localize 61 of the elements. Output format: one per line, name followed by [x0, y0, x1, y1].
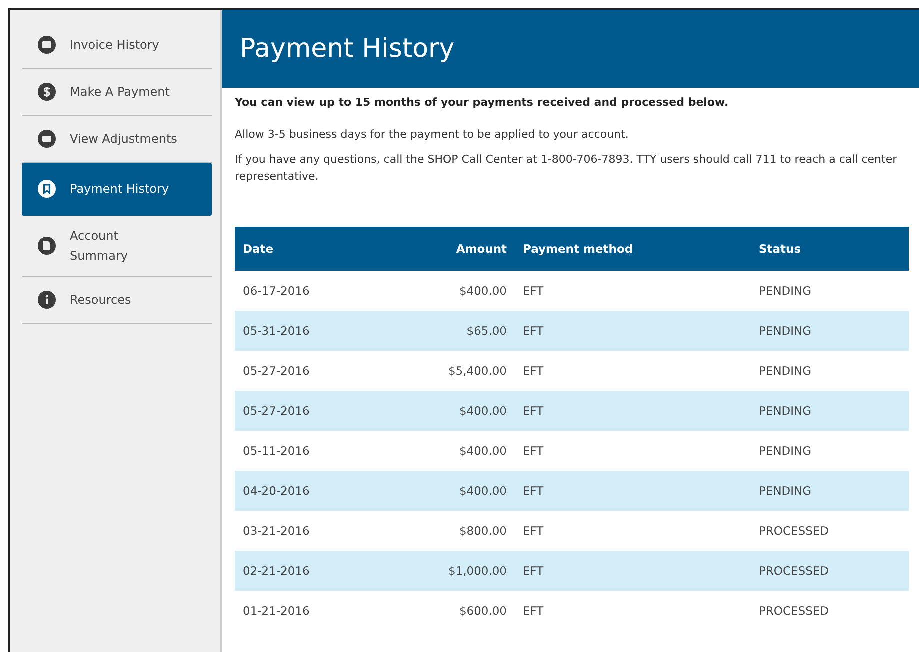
sidebar-item[interactable]: Payment History [22, 163, 212, 216]
sidebar-item[interactable]: Account Summary [22, 216, 212, 277]
document-icon [38, 237, 56, 255]
table-cell: PENDING [751, 471, 909, 511]
table-cell: 01-21-2016 [235, 591, 381, 631]
table-cell: $400.00 [381, 391, 515, 431]
info-icon [38, 291, 56, 309]
table-cell: 06-17-2016 [235, 271, 381, 311]
sidebar-item[interactable]: Resources [22, 277, 212, 324]
table-cell: EFT [515, 391, 751, 431]
sidebar-label: Payment History [70, 181, 170, 198]
sidebar-label: Make A Payment [70, 84, 171, 101]
table-cell: 05-27-2016 [235, 391, 381, 431]
table-cell: 05-27-2016 [235, 351, 381, 391]
sidebar-label: View Adjustments [70, 131, 178, 148]
table-cell: $400.00 [381, 431, 515, 471]
list-icon [38, 36, 56, 54]
table-cell: $5,400.00 [381, 351, 515, 391]
sidebar-label: Invoice History [70, 37, 160, 54]
table-cell: EFT [515, 591, 751, 631]
table-cell: EFT [515, 351, 751, 391]
table-cell: 05-11-2016 [235, 431, 381, 471]
table-cell: PENDING [751, 351, 909, 391]
sidebar-item[interactable]: Make A Payment [22, 69, 212, 116]
table-cell: EFT [515, 271, 751, 311]
column-header: Date [235, 227, 381, 271]
table-cell: 03-21-2016 [235, 511, 381, 551]
table-cell: $65.00 [381, 311, 515, 351]
note-text: Allow 3-5 business days for the payment to be applied to your account. [235, 127, 630, 143]
table-cell: EFT [515, 551, 751, 591]
sidebar-label: Resources [70, 292, 132, 309]
table-cell: PROCESSED [751, 511, 909, 551]
column-header: Payment method [515, 227, 751, 271]
card-icon [38, 130, 56, 148]
table-cell: 05-31-2016 [235, 311, 381, 351]
table-cell: $1,000.00 [381, 551, 515, 591]
table-cell: $600.00 [381, 591, 515, 631]
intro-text: You can view up to 15 months of your payments received and processed below. [235, 96, 730, 109]
column-header: Status [751, 227, 909, 271]
page-title: Payment History [222, 10, 919, 88]
table-cell: PROCESSED [751, 551, 909, 591]
table-cell: PROCESSED [751, 591, 909, 631]
sidebar-label: Account Summary [70, 228, 129, 265]
table-cell: $400.00 [381, 471, 515, 511]
table-cell: PENDING [751, 271, 909, 311]
table-cell: EFT [515, 511, 751, 551]
dollar-icon [38, 83, 56, 101]
note-text: If you have any questions, call the SHOP Call Center at 1-800-706-7893. TTY users should call 711 to reach a call center representative. [235, 152, 898, 185]
table-cell: EFT [515, 311, 751, 351]
table-cell: $800.00 [381, 511, 515, 551]
table-cell: EFT [515, 471, 751, 511]
bookmark-icon [38, 180, 56, 198]
table-cell: 02-21-2016 [235, 551, 381, 591]
table-cell: PENDING [751, 311, 909, 351]
table-cell: 04-20-2016 [235, 471, 381, 511]
table-cell: EFT [515, 431, 751, 471]
table-cell: $400.00 [381, 271, 515, 311]
column-header: Amount [381, 227, 515, 271]
table-cell: PENDING [751, 391, 909, 431]
table-cell: PENDING [751, 431, 909, 471]
sidebar-item[interactable]: Invoice History [22, 22, 212, 69]
